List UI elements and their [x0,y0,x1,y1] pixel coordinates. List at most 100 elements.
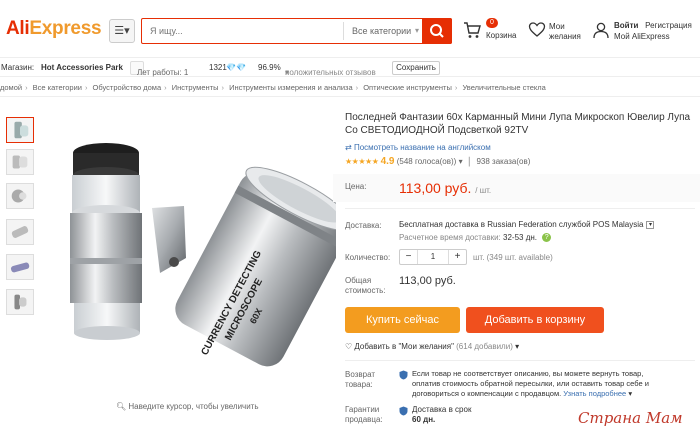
thumbnail-image [14,294,27,310]
returns-more-link[interactable]: Узнать подробнее [563,389,626,398]
product-thumbnail[interactable] [6,183,34,209]
price-block [333,174,700,202]
store-label: Магазин: [1,63,35,72]
translate-icon: ⇄ [345,143,352,152]
shield-icon [399,406,408,416]
microscope-image: CURRENCY DETECTING MICROSCOPE 60X [70,143,354,367]
store-positive-pct: 96.9% [258,63,281,72]
search-category-label: Все категории [352,26,412,36]
zoom-hint-text: Наведите курсор, чтобы увеличить [128,402,259,411]
breadcrumb-divider [0,96,700,97]
cart-count-badge: 0 [486,18,498,28]
breadcrumb-item[interactable]: Инструменты измерения и анализа [229,83,353,92]
chevron-down-icon: ▾ [458,157,463,166]
shipping-option[interactable]: Бесплатная доставка в Russian Federation… [399,220,655,229]
buy-now-button[interactable]: Купить сейчас [345,307,460,333]
returns-text-line2: оплатив стоимость обратной пересылки, ил… [412,379,649,388]
divider [345,208,695,209]
store-score: 1321 [209,63,227,72]
quantity-stepper: − 1 + [399,249,467,265]
product-thumbnail[interactable] [6,117,34,143]
thumbnail-image [11,189,27,203]
product-thumbnail[interactable] [6,219,34,245]
guarantee-text-line1: Доставка в срок [412,405,472,414]
search-category-select[interactable]: Все категории ▾ [343,22,423,40]
search-button[interactable] [422,18,452,44]
total-label: Общая стоимость: [345,276,386,296]
breadcrumb-item[interactable]: Инструменты [172,83,219,92]
breadcrumb-item[interactable]: Оптические инструменты [363,83,452,92]
breadcrumb-item[interactable]: Все категории [33,83,82,92]
breadcrumb-item[interactable]: Увеличительные стекла [462,83,545,92]
rating-votes[interactable]: (548 голоса(ов)) [397,157,457,166]
store-bar: Магазин: Hot Accessories Park Лет работы… [0,57,700,77]
breadcrumb-separator: › [84,83,88,92]
eta-label: Расчетное время доставки: [399,233,501,242]
add-to-wishlist[interactable]: ♡ Добавить в "Мои желания" (614 добавили… [345,342,519,351]
header: AliExpress ☰▾ Все категории ▾ 0 Ко [0,0,700,56]
quantity-decrease-button[interactable]: − [400,250,418,264]
add-to-wishlist-text: Добавить в "Мои желания" [354,342,454,351]
translate-title-text: Посмотреть название на английском [353,143,491,152]
wishlist-count: (614 добавили) [456,342,513,351]
thumbnail-image [11,226,29,238]
login-link[interactable]: Войти [614,21,638,30]
rating-stars: ★★★★★ [345,157,379,166]
returns-text-line1: Если товар не соответствует описанию, вы… [412,369,644,378]
breadcrumb-separator: › [221,83,224,92]
logo-text: Ali [6,18,30,39]
shield-icon [399,370,408,380]
product-main-image[interactable]: CURRENCY DETECTING MICROSCOPE 60X [56,108,354,398]
quantity-increase-button[interactable]: + [448,250,466,264]
store-years-text: Лет работы: 1 [137,68,189,77]
search-input[interactable] [142,19,342,43]
watermark: Страна Мам [578,409,683,427]
cart-label: Корзина [486,31,517,40]
guarantee-label-line2: продавца: [345,415,383,424]
returns-text: Если товар не соответствует описанию, вы… [412,369,682,399]
translate-title-link[interactable]: ⇄ Посмотреть название на английском [345,143,491,152]
add-to-cart-button[interactable]: Добавить в корзину [466,307,604,333]
shipping-text: Бесплатная доставка в Russian Federation… [399,220,644,229]
delivery-estimate: Расчетное время доставки: 32-53 дн. ? [399,233,552,243]
product-thumbnail[interactable] [6,149,34,175]
account-login-row: Войти Регистрация [614,21,692,30]
breadcrumb-item[interactable]: Обустройство дома [93,83,162,92]
quantity-input[interactable]: 1 [418,250,448,264]
guarantee-label-line1: Гарантии [345,405,380,414]
product-thumbnail[interactable] [6,254,34,280]
shipping-label: Доставка: [345,221,382,230]
cart-link[interactable]: 0 Корзина [462,18,522,46]
hamburger-icon: ☰▾ [114,25,130,37]
returns-label-line1: Возврат [345,370,375,379]
store-positive-label-text: положительных отзывов [285,68,376,77]
breadcrumb-separator: › [355,83,359,92]
breadcrumb-separator: › [164,83,167,92]
help-icon[interactable]: ? [542,233,552,243]
returns-label: Возврат товара: [345,370,375,390]
returns-label-line2: товара: [345,380,373,389]
rating-value: 4.9 [380,156,395,167]
categories-menu-button[interactable]: ☰▾ [109,19,135,43]
wishlist-link[interactable]: Мои желания [528,20,588,46]
chevron-down-icon: ▾ [285,68,290,77]
thumbnail-image [14,121,29,139]
cart-icon [464,22,481,38]
register-link[interactable]: Регистрация [645,21,692,30]
wishlist-label-line2: желания [549,32,581,41]
product-thumbnail[interactable] [6,289,34,315]
user-icon [593,22,609,39]
store-years-badge: Лет работы: 1 [130,61,188,77]
thumbnail-image [12,155,28,169]
eta-value: 32-53 дн. [503,233,538,242]
breadcrumb-item[interactable]: домой [0,83,22,92]
aliexpress-logo[interactable]: AliExpress [6,18,102,40]
my-aliexpress-link[interactable]: Мой AliExpress [614,32,670,41]
save-store-button[interactable]: Сохранить [392,61,440,75]
rating-row: ★★★★★ 4.9 (548 голоса(ов)) ▾ │ 938 заказ… [345,156,531,167]
store-name-link[interactable]: Hot Accessories Park [41,63,123,72]
search-icon [430,24,444,38]
zoom-hint: 🔍︎ Наведите курсор, чтобы увеличить [116,402,259,411]
breadcrumb-separator: › [25,83,28,92]
guarantee-text: Доставка в срок 60 дн. [412,405,471,425]
